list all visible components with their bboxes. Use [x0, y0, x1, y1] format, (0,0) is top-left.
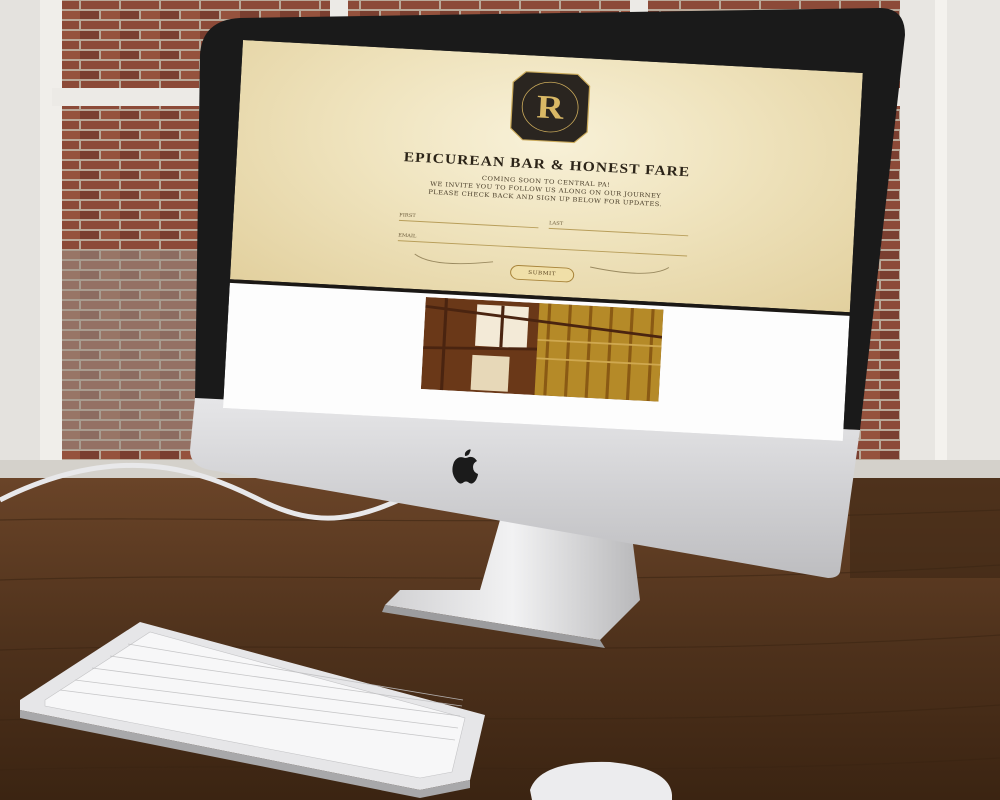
interior-photo: [420, 297, 664, 402]
email-label: EMAIL: [397, 232, 417, 240]
apple-logo-icon: [452, 449, 478, 484]
monitor-screen: R EPICUREAN BAR & HONEST FARE COMING SOO…: [223, 40, 863, 441]
last-name-label: LAST: [548, 220, 564, 227]
first-name-label: FIRST: [399, 212, 416, 219]
logo-letter: R: [536, 88, 565, 126]
logo-badge: R: [510, 71, 591, 144]
